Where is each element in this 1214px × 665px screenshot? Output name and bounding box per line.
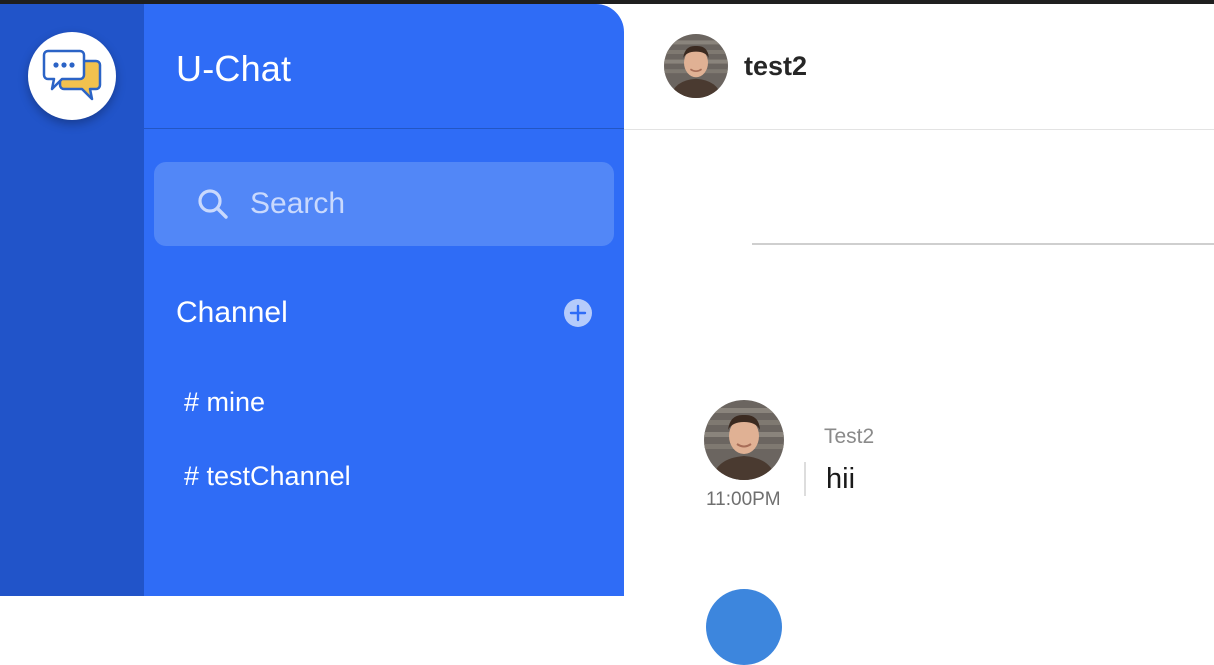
header-avatar[interactable] bbox=[664, 34, 728, 98]
message-text: hii bbox=[826, 463, 856, 495]
chat-bubbles-icon bbox=[42, 49, 102, 101]
app-title: U-Chat bbox=[176, 48, 292, 89]
channel-list: # mine # testChannel bbox=[184, 382, 351, 530]
app-logo[interactable] bbox=[28, 32, 116, 120]
date-divider bbox=[752, 243, 1214, 245]
chat-header: test2 bbox=[624, 4, 1214, 130]
search-box[interactable] bbox=[154, 162, 614, 246]
channel-item-testchannel[interactable]: # testChannel bbox=[184, 456, 351, 530]
user-photo-icon bbox=[664, 34, 728, 98]
next-message-avatar[interactable] bbox=[706, 589, 782, 665]
user-photo-icon bbox=[704, 400, 784, 480]
search-input[interactable] bbox=[250, 182, 590, 226]
app-rail bbox=[0, 4, 144, 596]
channel-section-heading: Channel bbox=[176, 296, 288, 329]
plus-circle-icon bbox=[569, 304, 587, 322]
add-channel-button[interactable] bbox=[564, 299, 592, 327]
message-timestamp: 11:00PM bbox=[706, 489, 781, 510]
chat-header-username: test2 bbox=[744, 51, 808, 81]
search-icon bbox=[198, 189, 228, 219]
message-sender-name: Test2 bbox=[824, 425, 875, 448]
channel-sidebar: U-Chat Channel # mine # testChannel bbox=[144, 4, 624, 596]
channel-item-mine[interactable]: # mine bbox=[184, 382, 351, 456]
message-separator bbox=[804, 462, 806, 496]
message-avatar[interactable] bbox=[704, 400, 784, 480]
sidebar-header: U-Chat bbox=[144, 4, 624, 129]
